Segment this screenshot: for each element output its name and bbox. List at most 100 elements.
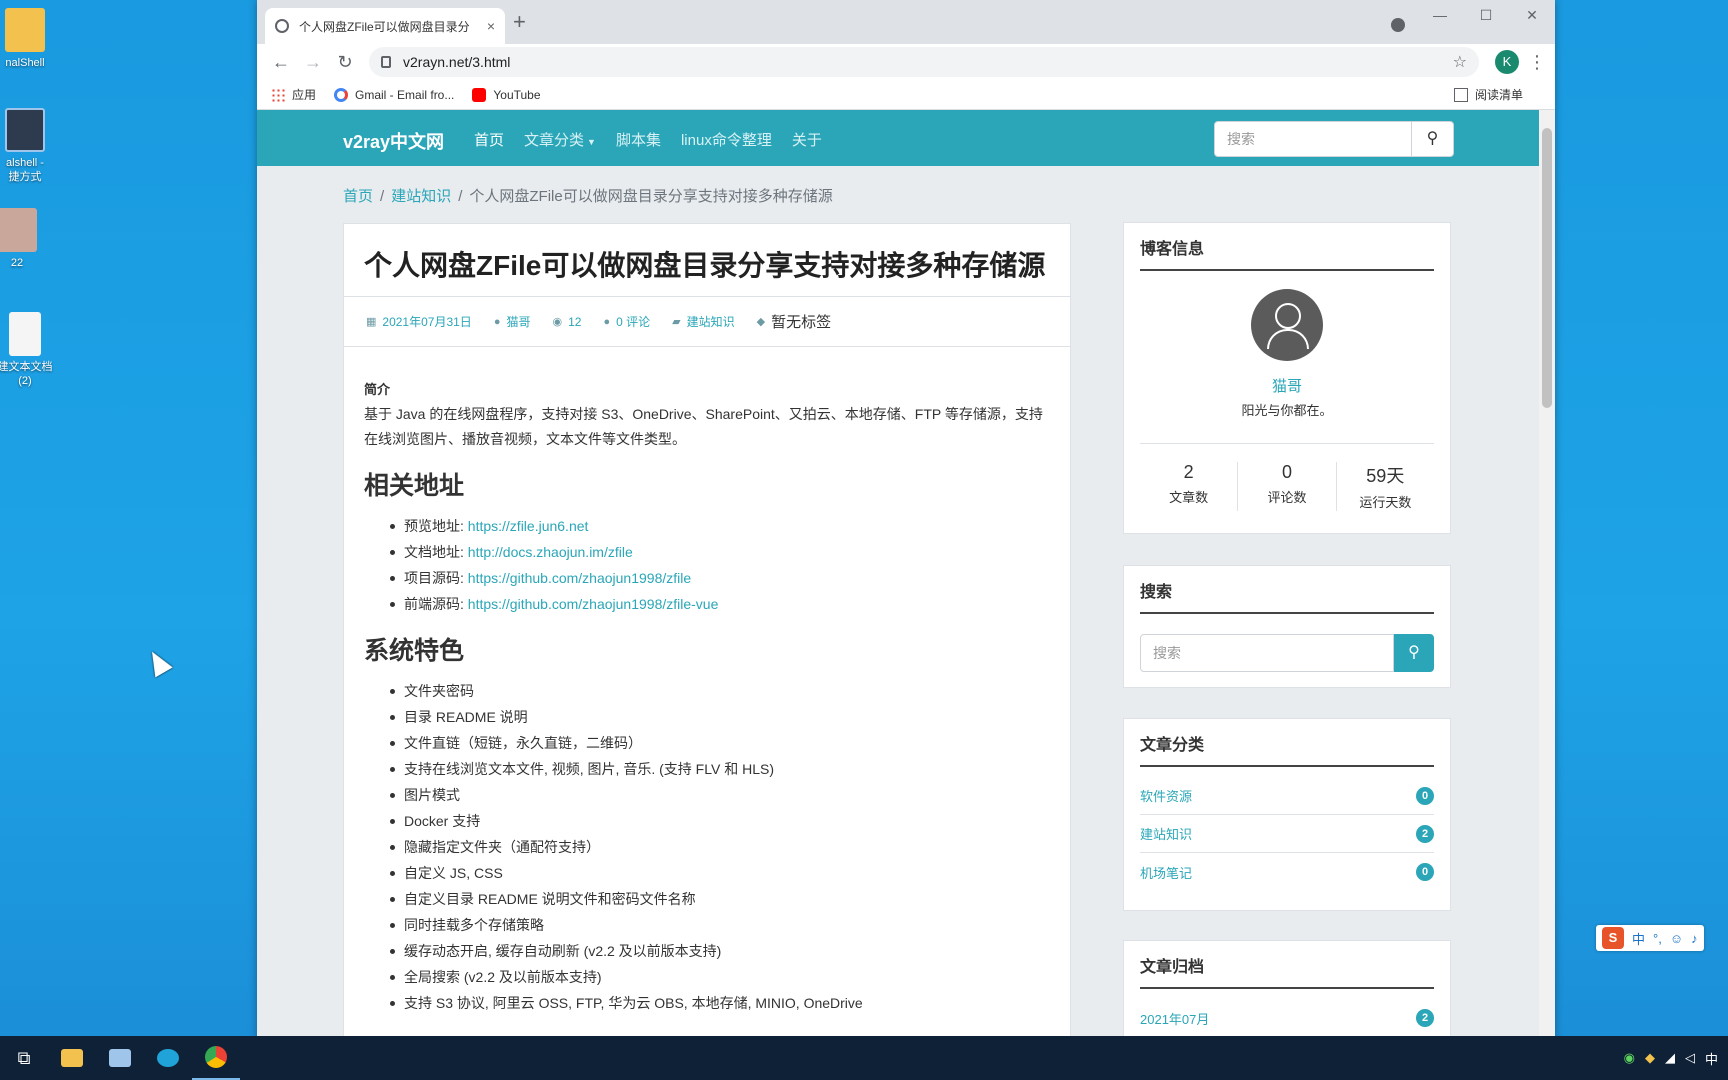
browser-window: 个人网盘ZFile可以做网盘目录分 × + — ☐ ✕ ← → ↻ v2rayn… — [257, 0, 1555, 1038]
youtube-icon — [472, 87, 487, 102]
folder-icon — [5, 8, 45, 52]
stat-value: 2 — [1183, 462, 1194, 482]
security-shield-icon[interactable]: ◆ — [1645, 1050, 1655, 1066]
link-label: 前端源码: — [404, 596, 468, 612]
network-icon[interactable]: ◢ — [1665, 1050, 1675, 1066]
category-list: 软件资源 0 建站知识 2 机场笔记 0 — [1124, 767, 1450, 899]
tray-app-icon[interactable]: ◉ — [1624, 1050, 1635, 1066]
close-window-icon[interactable]: ✕ — [1509, 0, 1555, 30]
stat-value: 0 — [1281, 462, 1292, 482]
archive-item[interactable]: 2021年07月 2 — [1140, 999, 1434, 1037]
window-controls: — ☐ ✕ — [1417, 0, 1555, 30]
tab-close-icon[interactable]: × — [487, 18, 495, 34]
browser-toolbar: ← → ↻ v2rayn.net/3.html ☆ K ⋮ — [257, 44, 1555, 80]
maximize-icon[interactable]: ☐ — [1463, 0, 1509, 30]
frontend-source-link[interactable]: https://github.com/zhaojun1998/zfile-vue — [468, 596, 719, 612]
desktop-icon-image-22[interactable]: 22 — [0, 208, 52, 270]
bookmark-apps[interactable]: 应用 — [271, 86, 316, 103]
page-scrollbar[interactable] — [1539, 110, 1555, 1038]
search-icon[interactable]: ⚲ — [1412, 121, 1454, 157]
list-item: 前端源码: https://github.com/zhaojun1998/zfi… — [390, 591, 1050, 617]
desktop-icon-finalshell-shortcut[interactable]: alshell - 捷方式 — [0, 108, 60, 184]
list-item: 支持在线浏览文本文件, 视频, 图片, 音乐. (支持 FLV 和 HLS) — [390, 756, 1050, 782]
intro-heading: 简介 — [364, 382, 391, 397]
link-label: 文档地址: — [404, 544, 468, 560]
nav-about[interactable]: 关于 — [792, 129, 822, 150]
bookmark-star-icon[interactable]: ☆ — [1453, 52, 1467, 72]
ime-mode[interactable]: 中 — [1632, 929, 1645, 948]
search-icon[interactable]: ⚲ — [1394, 634, 1434, 672]
scrollbar-thumb[interactable] — [1542, 128, 1552, 408]
desktop-icon-text-document[interactable]: 建文本文档 (2) — [0, 312, 60, 388]
ime-indicator[interactable]: 中 — [1705, 1049, 1718, 1068]
file-explorer-icon[interactable] — [48, 1036, 96, 1080]
meta-author[interactable]: ● 猫哥 — [494, 313, 531, 330]
edge-icon[interactable] — [144, 1036, 192, 1080]
category-item[interactable]: 机场笔记 0 — [1140, 853, 1434, 891]
comment-icon: ● — [603, 315, 611, 328]
lock-icon — [381, 56, 391, 68]
profile-avatar[interactable]: K — [1495, 50, 1519, 74]
microphone-icon[interactable]: ♪ — [1691, 931, 1698, 946]
card-heading: 博客信息 — [1140, 223, 1434, 271]
meta-comments[interactable]: ● 0 评论 — [603, 313, 650, 330]
nav-linux-commands[interactable]: linux命令整理 — [681, 129, 772, 150]
emoji-icon[interactable]: ☺ — [1670, 931, 1683, 946]
notepad-icon[interactable] — [96, 1036, 144, 1080]
more-menu-icon[interactable]: ⋮ — [1527, 52, 1547, 73]
document-icon — [9, 312, 41, 356]
volume-icon[interactable]: ◁ — [1685, 1050, 1695, 1066]
source-link[interactable]: https://github.com/zhaojun1998/zfile — [468, 570, 691, 586]
list-item: 目录 README 说明 — [390, 704, 1050, 730]
nav-label: 文章分类 — [524, 132, 585, 149]
intro-text: 基于 Java 的在线网盘程序，支持对接 S3、OneDrive、SharePo… — [364, 406, 1043, 447]
sidebar-search-input[interactable]: 搜索 — [1140, 634, 1394, 672]
breadcrumb-category[interactable]: 建站知识 — [391, 188, 451, 205]
back-icon[interactable]: ← — [265, 52, 297, 73]
archive-label: 2021年07月 — [1140, 1011, 1210, 1027]
category-label: 软件资源 — [1140, 789, 1193, 804]
features-list: 文件夹密码 目录 README 说明 文件直链（短链，永久直链，二维码） 支持在… — [364, 678, 1050, 1016]
address-bar[interactable]: v2rayn.net/3.html ☆ — [369, 47, 1479, 77]
breadcrumb-home[interactable]: 首页 — [343, 188, 373, 205]
new-tab-button[interactable]: + — [513, 11, 526, 33]
stat-comments: 0 评论数 — [1238, 462, 1337, 511]
ime-toolbar[interactable]: S 中 °, ☺ ♪ — [1596, 925, 1704, 951]
minimize-icon[interactable]: — — [1417, 0, 1463, 30]
article-card: 个人网盘ZFile可以做网盘目录分享支持对接多种存储源 ▦ 2021年07月31日… — [343, 223, 1071, 1038]
browser-tab[interactable]: 个人网盘ZFile可以做网盘目录分 × — [265, 8, 505, 44]
docs-link[interactable]: http://docs.zhaojun.im/zfile — [468, 544, 633, 560]
nav-scripts[interactable]: 脚本集 — [616, 129, 661, 150]
nav-categories[interactable]: 文章分类 ▼ — [524, 129, 596, 150]
nav-home[interactable]: 首页 — [474, 129, 504, 150]
bookmark-youtube[interactable]: YouTube — [472, 87, 541, 102]
reading-list-icon — [1453, 87, 1468, 102]
chrome-icon[interactable] — [192, 1036, 240, 1080]
stat-label: 评论数 — [1267, 490, 1307, 505]
navbar-search-input[interactable]: 搜索 — [1214, 121, 1412, 157]
list-item: 文件直链（短链，永久直链，二维码） — [390, 730, 1050, 756]
meta-category[interactable]: ▰ 建站知识 — [672, 313, 734, 330]
tab-search-icon[interactable] — [1391, 18, 1405, 32]
bookmarks-bar: 应用 Gmail - Email fro... YouTube 阅读清单 — [257, 80, 1555, 110]
category-item[interactable]: 建站知识 2 — [1140, 815, 1434, 853]
author-name[interactable]: 猫哥 — [1124, 375, 1450, 396]
punctuation-icon[interactable]: °, — [1653, 931, 1662, 946]
article-title: 个人网盘ZFile可以做网盘目录分享支持对接多种存储源 — [344, 224, 1070, 297]
reload-icon[interactable]: ↻ — [329, 52, 361, 73]
category-label: 机场笔记 — [1140, 865, 1193, 881]
search-card: 搜索 搜索 ⚲ — [1123, 565, 1451, 688]
task-view-icon[interactable]: ⧉ — [0, 1036, 48, 1080]
desktop-icon-finalshell-folder[interactable]: nalShell — [0, 8, 60, 70]
breadcrumb: 首页 / 建站知识 / 个人网盘ZFile可以做网盘目录分享支持对接多种存储源 — [343, 188, 833, 205]
site-brand[interactable]: v2ray中文网 — [343, 128, 444, 154]
desktop-icon-label: nalShell — [5, 57, 45, 69]
system-tray: ◉ ◆ ◢ ◁ 中 — [1624, 1049, 1728, 1068]
card-heading: 文章归档 — [1140, 941, 1434, 989]
reading-list-button[interactable]: 阅读清单 — [1453, 86, 1523, 103]
preview-link[interactable]: https://zfile.jun6.net — [468, 518, 589, 534]
forward-icon[interactable]: → — [297, 52, 329, 73]
article-content: 简介 基于 Java 的在线网盘程序，支持对接 S3、OneDrive、Shar… — [344, 347, 1070, 1016]
bookmark-gmail[interactable]: Gmail - Email fro... — [334, 87, 454, 102]
category-item[interactable]: 软件资源 0 — [1140, 777, 1434, 815]
